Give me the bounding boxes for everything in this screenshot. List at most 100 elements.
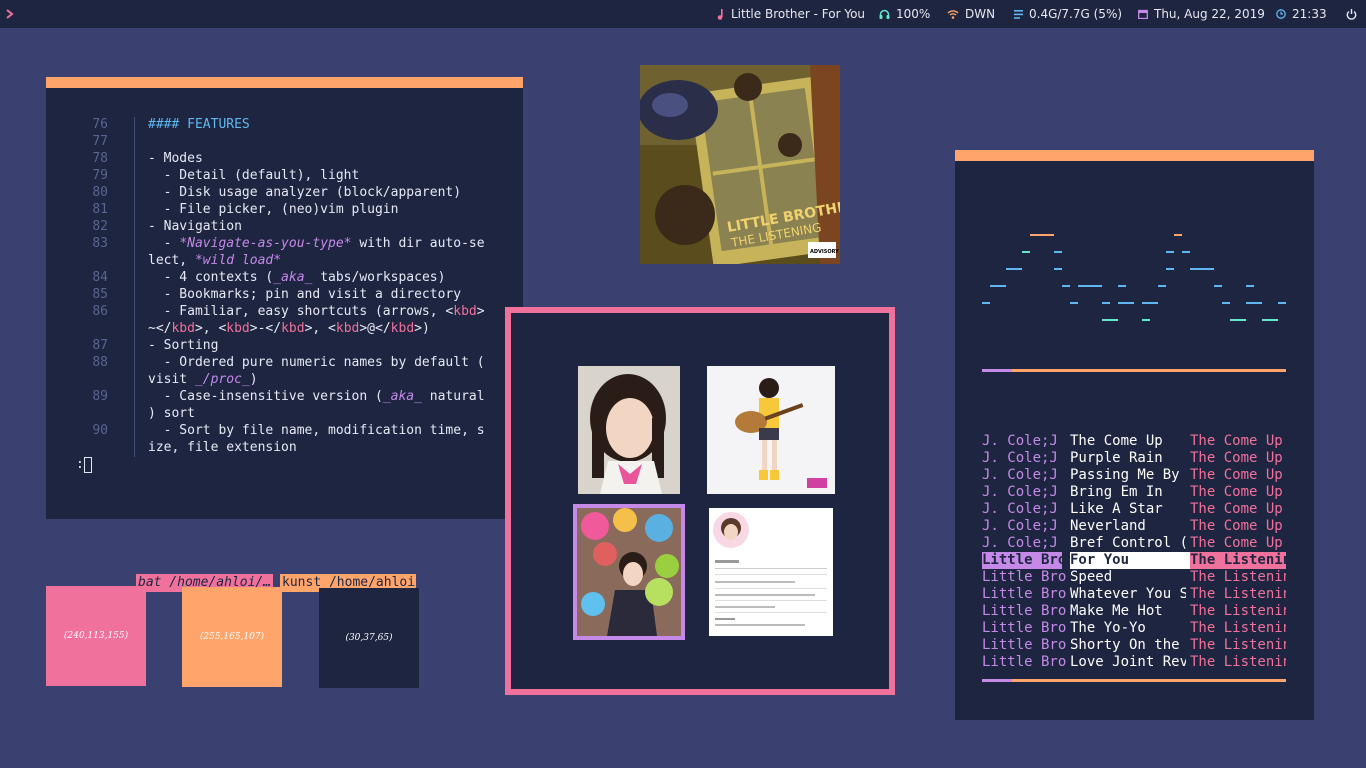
playlist-row[interactable]: Little Bro Whatever You S The Listenin <box>982 586 1286 603</box>
code-line: ize, file extension <box>148 440 297 455</box>
progress-fill-bottom <box>982 679 1013 682</box>
line-number: 90 <box>92 423 108 438</box>
editor-window[interactable]: 76 #### FEATURES 77 78 - Modes 79 - Detail (d… <box>46 77 523 592</box>
playlist-row[interactable]: J. Cole;J Purple Rain The Come Up <box>982 450 1286 467</box>
memory-module[interactable]: 0.4G/7.7G (5%) <box>1014 0 1122 28</box>
launcher-button[interactable] <box>6 0 14 28</box>
track-title: Love Joint Rev <box>1070 654 1186 670</box>
calendar-icon <box>1138 9 1148 19</box>
track-title: The Come Up <box>1070 433 1163 449</box>
track-artist: Little Bro <box>982 620 1066 636</box>
track-album: The Listenin <box>1190 569 1286 585</box>
headphones-icon <box>879 9 890 19</box>
playlist-row[interactable]: J. Cole;J Passing Me By The Come Up <box>982 467 1286 484</box>
network-module[interactable]: DWN <box>947 0 995 28</box>
track-artist: J. Cole;J <box>982 501 1058 517</box>
code-line: ~</kbd>, <kbd>-</kbd>, <kbd>@</kbd>) <box>148 321 430 336</box>
code-line: visit _/proc_) <box>148 372 258 387</box>
playlist-row[interactable]: Little Bro Love Joint Rev The Listenin <box>982 654 1286 671</box>
code-line: - Disk usage analyzer (block/apparent) <box>148 185 462 200</box>
visualizer-bar <box>1174 234 1182 236</box>
wifi-icon <box>947 9 959 19</box>
track-title: Shorty On the <box>1070 637 1180 653</box>
track-title: Speed <box>1070 569 1113 585</box>
album-cover: LITTLE BROTHER THE LISTENING ADVISORY <box>640 65 840 264</box>
visualizer-bar <box>1246 302 1262 304</box>
line-number: 78 <box>92 151 108 166</box>
playlist-row[interactable]: J. Cole;J Bring Em In The Come Up <box>982 484 1286 501</box>
playlist-row[interactable]: Little Bro Speed The Listenin <box>982 569 1286 586</box>
playlist-row[interactable]: J. Cole;J Bref Control (The Come Up <box>982 535 1286 552</box>
visualizer-bar <box>1142 302 1158 304</box>
track-album: The Listenin <box>1190 654 1286 670</box>
visualizer-bar <box>1118 285 1126 287</box>
visualizer-bar <box>1078 285 1102 287</box>
track-artist: J. Cole;J <box>982 518 1058 534</box>
playlist-row[interactable]: J. Cole;J Neverland The Come Up <box>982 518 1286 535</box>
swatch-orange: (255,165,107) <box>182 587 282 687</box>
track-album: The Listenin <box>1190 603 1286 619</box>
music-note-icon <box>717 8 725 20</box>
code-line: - Modes <box>148 151 203 166</box>
playlist-row[interactable]: Little Bro Make Me Hot The Listenin <box>982 603 1286 620</box>
line-number: 87 <box>92 338 108 353</box>
thumbnail-portrait-3-selected[interactable] <box>573 504 685 640</box>
volume-module[interactable]: 100% <box>879 0 930 28</box>
date-text: Thu, Aug 22, 2019 <box>1154 7 1265 21</box>
track-title: Passing Me By <box>1070 467 1180 483</box>
thumbnail-profile-card[interactable] <box>709 508 833 636</box>
track-album: The Come Up <box>1190 484 1283 500</box>
playlist-row[interactable]: Little Bro Shorty On the The Listenin <box>982 637 1286 654</box>
code-line: - Sort by file name, modification time, … <box>148 423 485 438</box>
playlist-row[interactable]: Little Bro The Yo-Yo The Listenin <box>982 620 1286 637</box>
memory-icon <box>1014 9 1023 19</box>
power-button[interactable] <box>1346 0 1357 28</box>
track-artist: Little Bro <box>982 569 1066 585</box>
track-album: The Listenin <box>1190 637 1286 653</box>
track-title: For You <box>1070 552 1190 569</box>
album-cover-art: LITTLE BROTHER THE LISTENING ADVISORY <box>640 65 840 264</box>
code-line: - Navigation <box>148 219 242 234</box>
track-artist: J. Cole;J <box>982 484 1058 500</box>
progress-bar-top[interactable] <box>982 369 1286 372</box>
track-title: Bring Em In <box>1070 484 1163 500</box>
clock-module[interactable]: 21:33 <box>1276 0 1327 28</box>
music-player-titlebar <box>955 150 1314 161</box>
visualizer-bar <box>1262 319 1278 321</box>
playlist-row-current[interactable]: Little Bro For You The Listenin <box>982 552 1286 569</box>
track-artist: J. Cole;J <box>982 433 1058 449</box>
track-title: Neverland <box>1070 518 1146 534</box>
track-artist: Little Bro <box>982 552 1062 569</box>
power-icon <box>1346 8 1357 20</box>
date-module[interactable]: Thu, Aug 22, 2019 <box>1138 0 1265 28</box>
code-line: - File picker, (neo)vim plugin <box>148 202 399 217</box>
track-title: Whatever You S <box>1070 586 1186 602</box>
line-number: 82 <box>92 219 108 234</box>
now-playing-module[interactable]: Little Brother - For You <box>717 0 865 28</box>
network-text: DWN <box>965 7 996 21</box>
command-prompt[interactable]: : <box>76 457 84 472</box>
progress-bar-bottom[interactable] <box>982 679 1286 682</box>
visualizer-bar <box>990 285 1006 287</box>
visualizer-bar <box>1062 285 1070 287</box>
clock-icon <box>1276 9 1286 19</box>
code-line: - Case-insensitive version (_aka_ natura… <box>148 389 485 404</box>
editor-gutter-separator <box>134 117 135 457</box>
volume-text: 100% <box>896 7 931 21</box>
code-line: #### FEATURES <box>148 117 250 132</box>
thumbnail-portrait-1[interactable] <box>578 366 680 494</box>
code-line: - 4 contexts (_aka_ tabs/workspaces) <box>148 270 446 285</box>
line-number: 84 <box>92 270 108 285</box>
track-title: Make Me Hot <box>1070 603 1163 619</box>
image-viewer-window[interactable] <box>505 307 895 695</box>
thumbnail-portrait-2[interactable] <box>707 366 835 494</box>
code-line: lect, *wild load* <box>148 253 282 268</box>
visualizer-bar <box>1190 268 1214 270</box>
playlist-row[interactable]: J. Cole;J Like A Star The Come Up <box>982 501 1286 518</box>
swatch-navy-label: (30,37,65) <box>345 633 393 643</box>
playlist-row[interactable]: J. Cole;J The Come Up The Come Up <box>982 433 1286 450</box>
visualizer-bar <box>1214 285 1222 287</box>
track-album: The Listenin <box>1190 586 1286 602</box>
code-line: - Bookmarks; pin and visit a directory <box>148 287 462 302</box>
code-line: - Familiar, easy shortcuts (arrows, <kbd… <box>148 304 485 319</box>
